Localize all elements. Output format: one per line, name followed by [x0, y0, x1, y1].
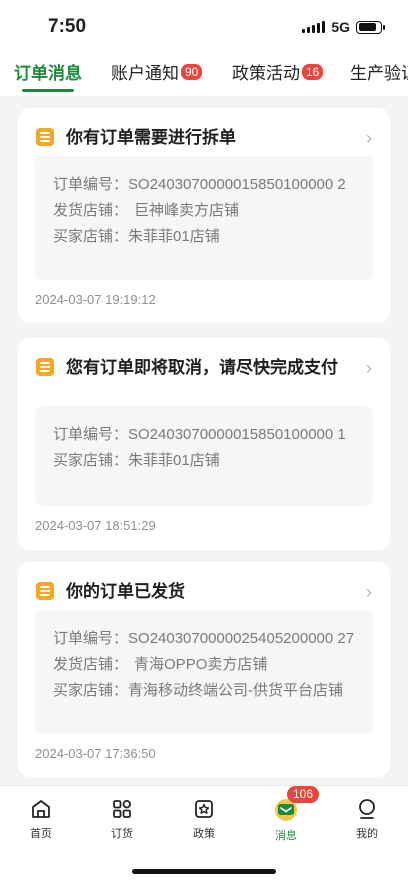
order-details: 订单编号：SO2403070000025405200000 27 发货店铺： 青海…	[35, 610, 373, 734]
chevron-right-icon: ›	[366, 128, 372, 148]
active-tab-indicator	[22, 89, 74, 92]
message-title: 您有订单即将取消，请尽快完成支付	[66, 358, 338, 377]
battery-icon	[356, 20, 385, 34]
home-icon	[32, 800, 50, 818]
order-details: 订单编号：SO2403070000015850100000 2 发货店铺： 巨神峰…	[35, 156, 373, 280]
nav-policy[interactable]: 政策	[174, 798, 234, 841]
message-time: 2024-03-07 17:36:50	[35, 746, 156, 761]
grid-icon	[113, 799, 131, 818]
message-title: 你的订单已发货	[66, 582, 185, 601]
star-badge-icon	[195, 800, 213, 818]
message-card[interactable]: 你的订单已发货 › 订单编号：SO2403070000025405200000 …	[18, 562, 390, 777]
nav-home[interactable]: 首页	[11, 798, 71, 841]
buyer-store-row: 买家店铺：朱菲菲01店铺	[53, 228, 220, 245]
home-indicator	[132, 869, 276, 874]
status-indicators: 5G	[302, 19, 385, 35]
order-number-row: 订单编号：SO2403070000025405200000 27	[53, 630, 355, 647]
buyer-store-row: 买家店铺：青海移动终端公司-供货平台店铺	[53, 682, 344, 699]
unread-badge: 90	[181, 63, 203, 80]
nav-mine[interactable]: 我的	[337, 798, 397, 841]
unread-badge: 16	[302, 63, 324, 80]
document-icon	[36, 358, 54, 376]
message-count-badge: 106	[287, 786, 320, 803]
nav-messages[interactable]: 消息	[256, 798, 316, 843]
ship-store-row: 发货店铺： 青海OPPO卖方店铺	[53, 656, 268, 673]
tab-order-messages[interactable]: 订单消息	[14, 59, 82, 84]
order-number-row: 订单编号：SO2403070000015850100000 2	[53, 176, 346, 193]
status-bar: 7:50 5G	[0, 0, 408, 50]
tab-policy-events[interactable]: 政策活动 16	[232, 59, 324, 84]
message-title: 你有订单需要进行拆单	[66, 128, 236, 147]
network-type: 5G	[331, 19, 350, 35]
ship-store-row: 发货店铺： 巨神峰卖方店铺	[53, 202, 240, 219]
message-time: 2024-03-07 19:19:12	[35, 292, 156, 307]
user-icon	[359, 799, 375, 819]
tab-account-notices[interactable]: 账户通知 90	[111, 59, 203, 84]
order-number-row: 订单编号：SO2403070000015850100000 1	[53, 426, 346, 443]
nav-order[interactable]: 订货	[92, 798, 152, 841]
order-details: 订单编号：SO2403070000015850100000 1 买家店铺：朱菲菲…	[35, 406, 373, 506]
message-card[interactable]: 您有订单即将取消，请尽快完成支付 › 订单编号：SO24030700000158…	[18, 338, 390, 550]
status-time: 7:50	[48, 16, 87, 37]
signal-icon	[302, 21, 326, 33]
chevron-right-icon: ›	[366, 582, 372, 602]
chevron-right-icon: ›	[366, 358, 372, 378]
tab-production-verification[interactable]: 生产验证	[350, 59, 408, 84]
message-time: 2024-03-07 18:51:29	[35, 518, 156, 533]
buyer-store-row: 买家店铺：朱菲菲01店铺	[53, 452, 220, 469]
document-icon	[36, 128, 54, 146]
document-icon	[36, 582, 54, 600]
message-card[interactable]: 你有订单需要进行拆单 › 订单编号：SO24030700000158501000…	[18, 108, 390, 323]
